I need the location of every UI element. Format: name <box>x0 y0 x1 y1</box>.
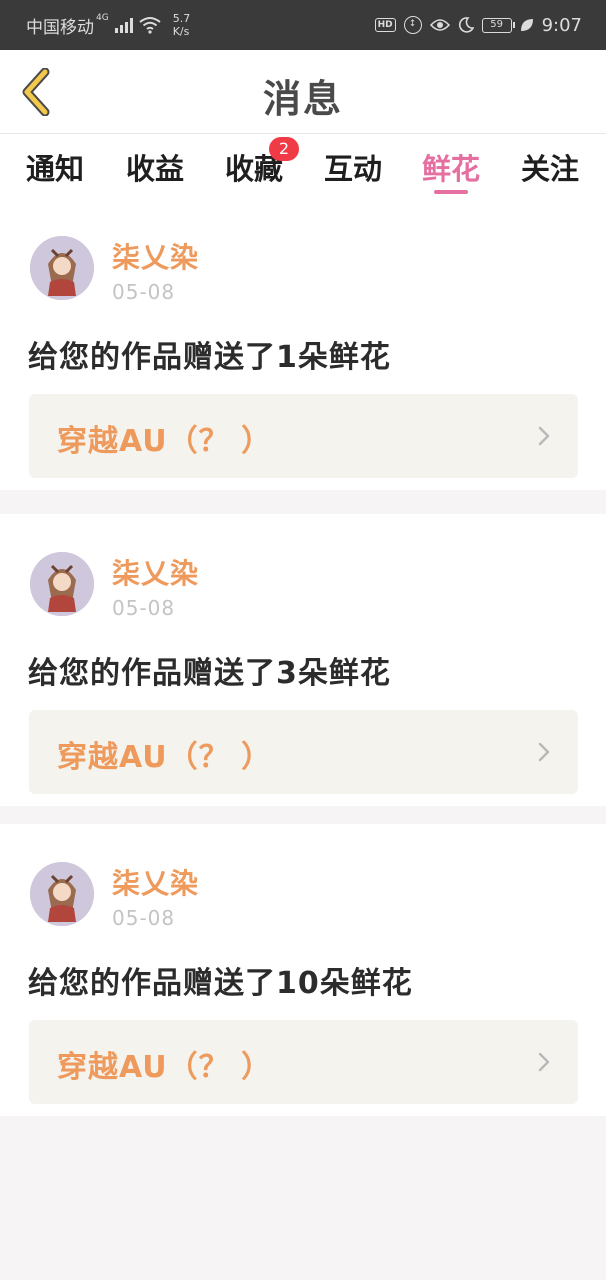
message-card: 柒乂染 05-08 给您的作品赠送了10朵鲜花 穿越AU（？ ） <box>0 824 606 1116</box>
message-date: 05-08 <box>112 906 176 930</box>
app-header: 消息 <box>0 50 606 134</box>
avatar-image <box>30 862 94 926</box>
tab-following[interactable]: 关注 <box>510 146 590 188</box>
carrier-name: 中国移动 <box>26 17 94 38</box>
page-title: 消息 <box>262 77 343 121</box>
work-link[interactable]: 穿越AU（？ ） <box>29 710 578 794</box>
status-bar: 中国移动 4G 5.7 K/s HD ↕ 59 9:07 <box>0 0 606 50</box>
eye-icon <box>429 19 450 31</box>
avatar[interactable] <box>30 862 94 926</box>
network-type: 4G <box>96 13 109 23</box>
chevron-right-icon <box>538 426 550 446</box>
message-text: 给您的作品赠送了10朵鲜花 <box>28 966 413 1001</box>
tab-bar: 通知 收益 收藏 2 互动 鲜花 关注 <box>0 134 606 198</box>
status-left: 中国移动 4G 5.7 K/s <box>26 0 190 50</box>
username[interactable]: 柒乂染 <box>112 552 199 592</box>
tab-earnings[interactable]: 收益 <box>115 146 195 188</box>
battery-icon: 59 <box>481 17 515 33</box>
avatar-image <box>30 552 94 616</box>
message-date: 05-08 <box>112 280 176 304</box>
work-link[interactable]: 穿越AU（？ ） <box>29 394 578 478</box>
message-text: 给您的作品赠送了3朵鲜花 <box>28 656 391 691</box>
message-text: 给您的作品赠送了1朵鲜花 <box>28 340 391 375</box>
tab-label: 互动 <box>323 152 382 186</box>
leaf-icon <box>520 19 533 31</box>
tab-flowers[interactable]: 鲜花 <box>411 146 491 194</box>
username[interactable]: 柒乂染 <box>112 236 199 276</box>
username[interactable]: 柒乂染 <box>112 862 199 902</box>
unread-badge: 2 <box>269 137 299 161</box>
tab-label: 鲜花 <box>421 152 480 186</box>
work-title: 穿越AU（？ ） <box>57 424 273 459</box>
network-speed: 5.7 K/s <box>173 12 191 38</box>
avatar[interactable] <box>30 552 94 616</box>
chevron-right-icon <box>538 742 550 762</box>
message-card: 柒乂染 05-08 给您的作品赠送了1朵鲜花 穿越AU（？ ） <box>0 198 606 490</box>
data-saver-icon: ↕ <box>403 16 422 34</box>
message-card: 柒乂染 05-08 给您的作品赠送了3朵鲜花 穿越AU（？ ） <box>0 514 606 806</box>
tab-label: 关注 <box>520 152 579 186</box>
hd-icon: HD <box>374 18 396 32</box>
tab-interactions[interactable]: 互动 <box>313 146 393 188</box>
moon-icon <box>458 17 474 33</box>
tab-label: 通知 <box>25 152 84 186</box>
tab-label: 收益 <box>125 152 184 186</box>
work-title: 穿越AU（？ ） <box>57 740 273 775</box>
speed-value: 5.7 <box>172 12 191 25</box>
status-right: HD ↕ 59 9:07 <box>374 0 582 50</box>
message-date: 05-08 <box>112 596 176 620</box>
chevron-right-icon <box>538 1052 550 1072</box>
avatar[interactable] <box>30 236 94 300</box>
work-title: 穿越AU（？ ） <box>57 1050 273 1085</box>
clock: 9:07 <box>541 14 582 36</box>
tab-favorites[interactable]: 收藏 2 <box>214 137 299 188</box>
active-tab-indicator <box>434 190 468 194</box>
avatar-image <box>30 236 94 300</box>
wifi-icon <box>139 17 161 34</box>
work-link[interactable]: 穿越AU（？ ） <box>29 1020 578 1104</box>
tab-notifications[interactable]: 通知 <box>15 146 95 188</box>
speed-unit: K/s <box>172 25 190 38</box>
signal-icon <box>114 17 133 33</box>
